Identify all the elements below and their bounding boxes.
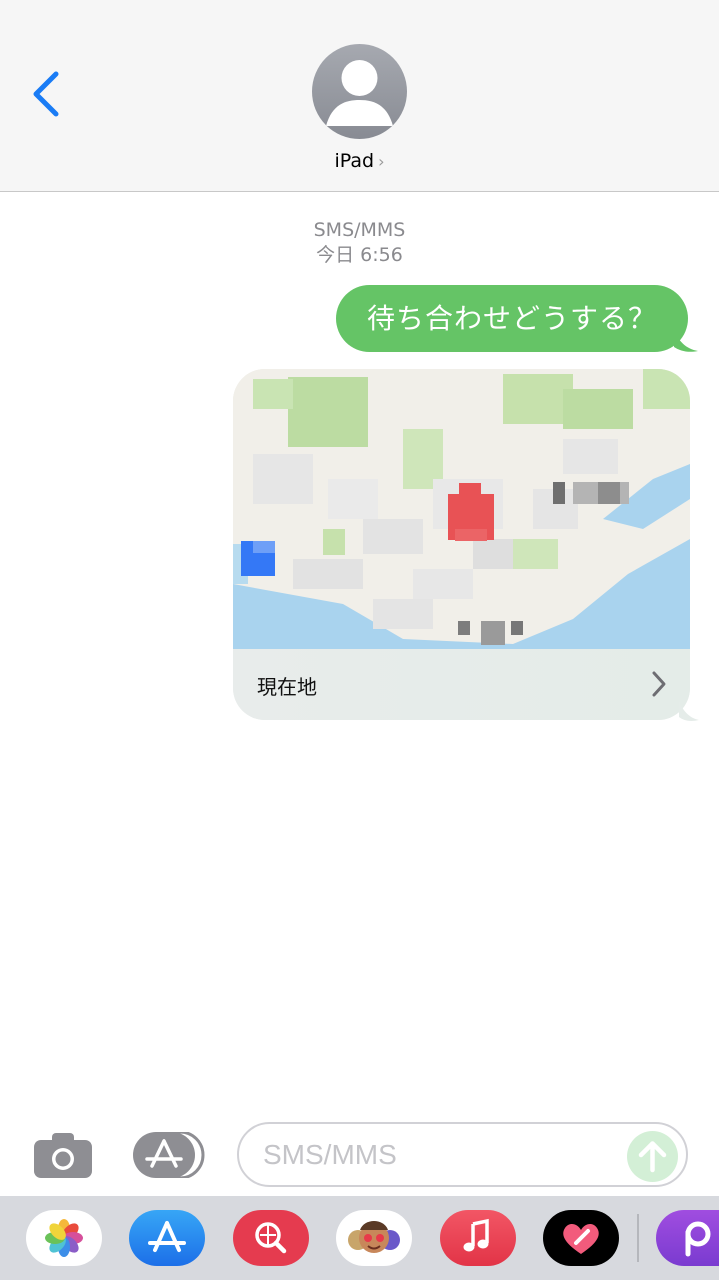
app-store-app-button[interactable] xyxy=(129,1210,205,1266)
location-card[interactable]: 現在地 xyxy=(233,369,690,720)
contact-name: iPad xyxy=(334,150,375,172)
back-button[interactable] xyxy=(26,66,66,122)
bubble-tail xyxy=(674,329,698,352)
person-icon xyxy=(326,60,393,126)
message-input-field[interactable] xyxy=(237,1122,688,1187)
location-footer: 現在地 xyxy=(233,649,690,720)
camera-button[interactable] xyxy=(34,1132,92,1178)
web-search-app-button[interactable] xyxy=(233,1210,309,1266)
photos-app-button[interactable] xyxy=(26,1210,102,1266)
conversation-meta: SMS/MMS 今日 6:56 xyxy=(0,218,719,268)
conversation-header: iPad › xyxy=(0,0,719,192)
send-button[interactable] xyxy=(627,1131,678,1182)
app-store-icon xyxy=(148,1221,186,1252)
chevron-right-icon: › xyxy=(378,152,385,171)
location-label: 現在地 xyxy=(257,675,317,699)
messages-screen: iPad › SMS/MMS 今日 6:56 待ち合わせどうする？ 現在地 SM… xyxy=(0,0,719,1280)
music-icon xyxy=(463,1218,489,1252)
music-app-button[interactable] xyxy=(440,1210,516,1266)
message-timestamp: 今日 6:56 xyxy=(316,244,403,266)
contact-name-button[interactable]: iPad › xyxy=(0,150,719,172)
camera-icon xyxy=(34,1133,92,1178)
memoji-app-button[interactable] xyxy=(336,1210,412,1266)
digital-touch-app-button[interactable] xyxy=(543,1210,619,1266)
map-preview xyxy=(233,369,690,649)
app-store-icon xyxy=(133,1130,205,1180)
dock-divider xyxy=(637,1214,639,1262)
digital-touch-icon xyxy=(563,1224,599,1254)
memoji-icon xyxy=(348,1221,400,1253)
contact-avatar[interactable] xyxy=(312,44,407,139)
message-bubble-text: 待ち合わせどうする？ xyxy=(336,285,688,352)
bubble-tail xyxy=(679,700,699,721)
chevron-right-icon xyxy=(652,671,666,697)
web-search-icon xyxy=(255,1222,287,1254)
purple-p-app-button[interactable] xyxy=(656,1210,719,1266)
purple-p-app-icon xyxy=(685,1221,711,1257)
imessage-app-drawer xyxy=(0,1196,719,1280)
app-store-button[interactable] xyxy=(133,1130,205,1180)
location-message[interactable]: 現在地 xyxy=(233,369,699,722)
message-input[interactable] xyxy=(263,1134,633,1176)
service-label: SMS/MMS xyxy=(313,219,406,241)
sent-message[interactable]: 待ち合わせどうする？ xyxy=(336,285,698,355)
chevron-left-icon xyxy=(33,71,59,117)
arrow-up-icon xyxy=(638,1141,667,1173)
photos-icon xyxy=(45,1219,83,1257)
